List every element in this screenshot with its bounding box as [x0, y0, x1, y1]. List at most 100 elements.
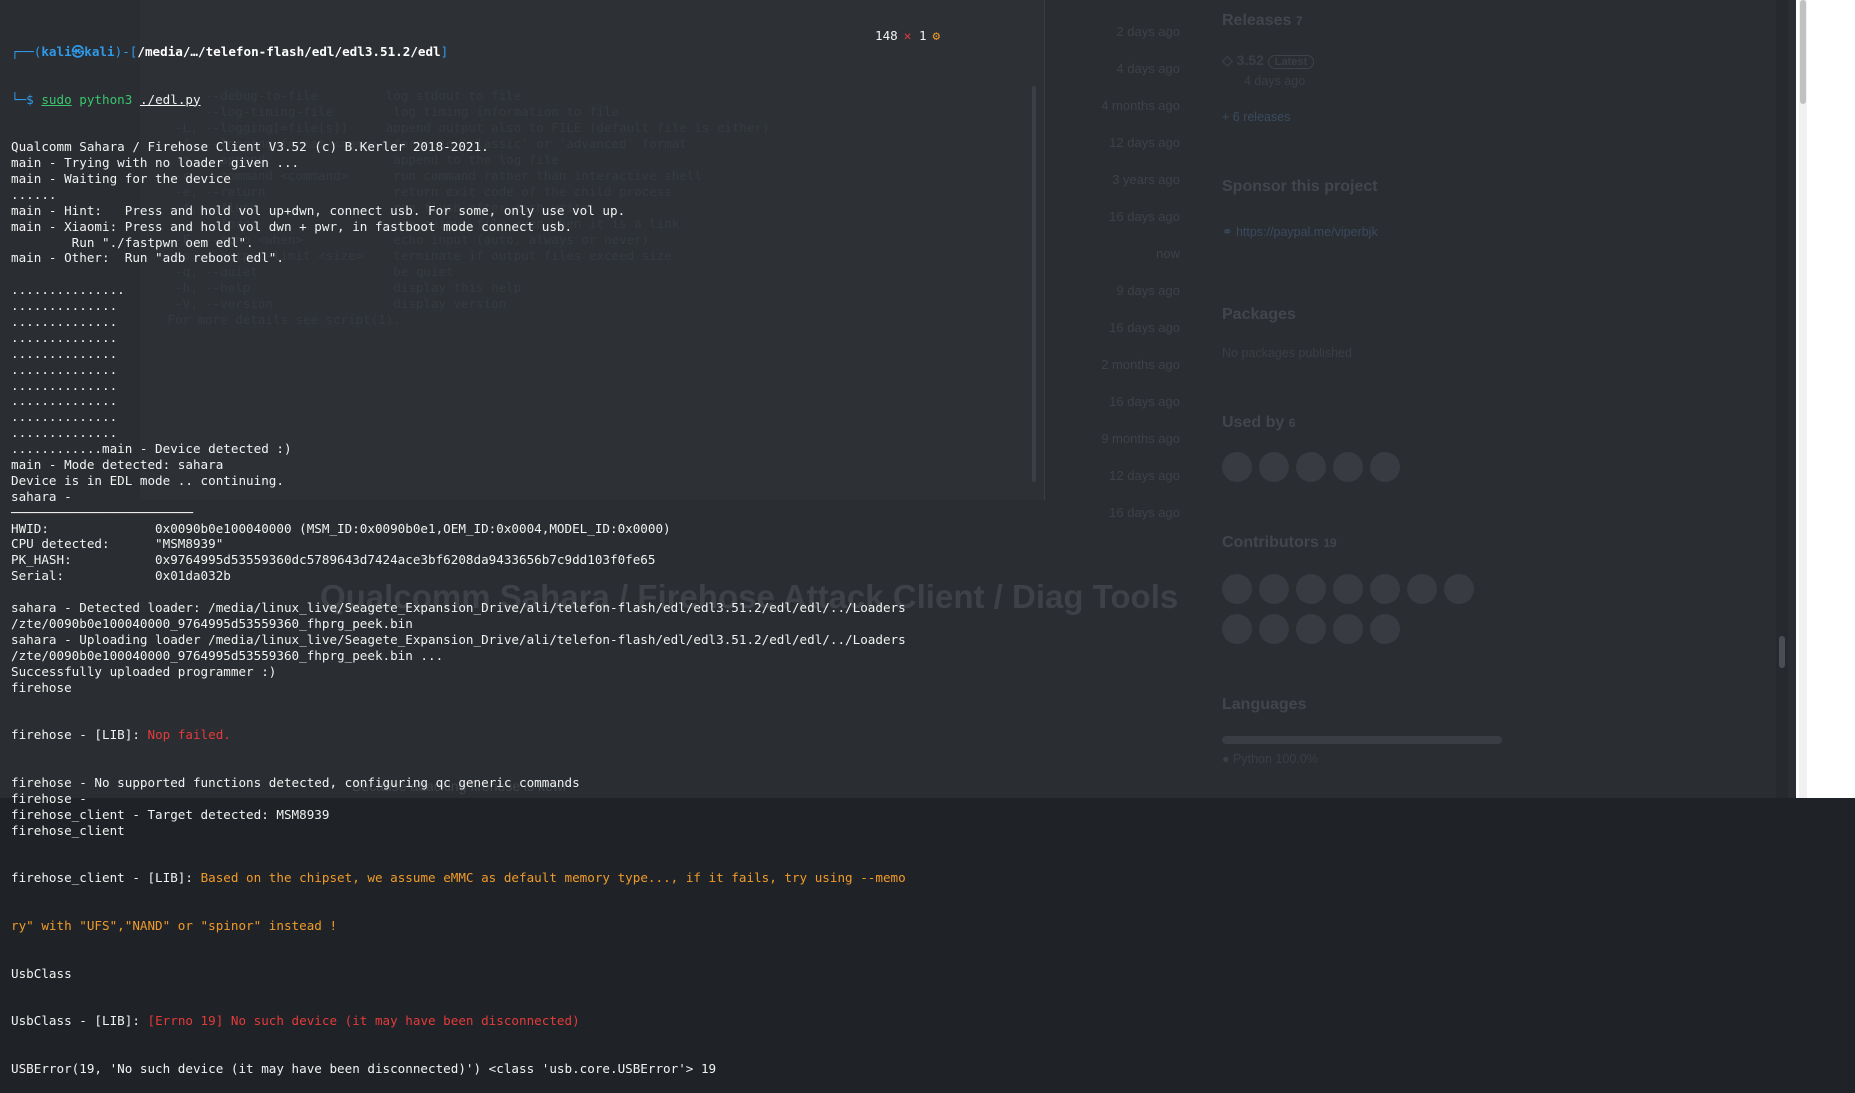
contributor-avatars-row2	[1222, 614, 1502, 649]
lib-error-msg: [Errno 19] No such device (it may have b…	[147, 1013, 580, 1029]
output-line: sahara - Detected loader: /media/linux_l…	[11, 600, 906, 616]
scrollbar-thumb[interactable]	[1800, 0, 1806, 104]
avatar[interactable]	[1259, 614, 1289, 644]
cmd-script: ./edl.py	[139, 91, 201, 107]
lib-warn-line: firehose_client - [LIB]: Based on the ch…	[11, 870, 906, 886]
avatar[interactable]	[1333, 452, 1363, 482]
releases-heading[interactable]: Releases 7	[1222, 12, 1303, 30]
contributor-avatars	[1222, 574, 1502, 609]
packages-none: No packages published	[1222, 346, 1352, 360]
prompt-bracket: )-[	[114, 43, 138, 59]
release-version[interactable]: ◇ 3.52 Latest	[1222, 52, 1315, 69]
output-line: main - Trying with no loader given ...	[11, 155, 300, 171]
used-by-heading[interactable]: Used by 6	[1222, 414, 1295, 432]
output-line: sahara -	[11, 488, 72, 504]
prompt-path: /media/…/telefon-flash/edl/edl3.51.2/edl	[137, 43, 441, 59]
packages-heading[interactable]: Packages	[1222, 306, 1296, 324]
avatar[interactable]	[1296, 614, 1326, 644]
page-scrollbar[interactable]	[1776, 0, 1788, 798]
latest-badge: Latest	[1267, 55, 1315, 69]
tag-icon: ◇	[1222, 52, 1237, 68]
output-line: ..............	[11, 298, 118, 314]
output-line: ..............	[11, 345, 118, 361]
output-line: ..............	[11, 314, 118, 330]
output-block-a: Qualcomm Sahara / Firehose Client V3.52 …	[11, 139, 906, 695]
prompt-bracket-end: ]	[440, 43, 449, 59]
contributors-count: 19	[1323, 536, 1337, 550]
prompt-line: ┌──(kali㉿kali)-[/media/…/telefon-flash/e…	[11, 44, 906, 60]
commit-date: 16 days ago	[1109, 505, 1180, 520]
language-python[interactable]: ● Python 100.0%	[1222, 752, 1318, 766]
lib-nop-line: firehose - [LIB]: Nop failed.	[11, 727, 906, 743]
output-line: main - Mode detected: sahara	[11, 457, 224, 473]
usb-lib-line: UsbClass - [LIB]: [Errno 19] No such dev…	[11, 1013, 906, 1029]
avatar[interactable]	[1296, 574, 1326, 604]
terminal-output[interactable]: ┌──(kali㉿kali)-[/media/…/telefon-flash/e…	[11, 12, 906, 1093]
avatar[interactable]	[1370, 452, 1400, 482]
commit-date: 9 days ago	[1116, 283, 1180, 298]
avatar[interactable]	[1370, 614, 1400, 644]
output-line: ..............	[11, 377, 118, 393]
output-line: ..............	[11, 361, 118, 377]
output-line: HWID: 0x0090b0e100040000 (MSM_ID:0x0090b…	[11, 520, 671, 536]
sponsor-link[interactable]: ⚭ https://paypal.me/viperbjk	[1222, 224, 1378, 239]
output-line: Successfully uploaded programmer :)	[11, 663, 277, 679]
output-line: CPU detected: "MSM8939"	[11, 536, 224, 552]
right-scrollbar[interactable]	[1796, 0, 1855, 798]
avatar[interactable]	[1296, 452, 1326, 482]
output-line: main - Hint: Press and hold vol up+dwn, …	[11, 202, 626, 218]
prompt-user: kali㉿kali	[41, 43, 115, 59]
output-line: firehose	[11, 679, 72, 695]
output-line: ..............	[11, 393, 118, 409]
output-line: main - Xiaomi: Press and hold vol dwn + …	[11, 218, 573, 234]
lib-error-msg: Nop failed.	[147, 727, 231, 743]
output-line: main - Waiting for the device	[11, 171, 231, 186]
avatar[interactable]	[1444, 574, 1474, 604]
output-line: firehose - No supported functions detect…	[11, 774, 580, 790]
avatar[interactable]	[1333, 614, 1363, 644]
used-by-avatars	[1222, 452, 1407, 487]
release-date: 4 days ago	[1244, 74, 1306, 88]
output-line: ......	[11, 186, 57, 202]
commit-date: 12 days ago	[1109, 135, 1180, 150]
avatar[interactable]	[1259, 452, 1289, 482]
usb-error-line: USBError(19, 'No such device (it may hav…	[11, 1061, 717, 1077]
scrollbar-track[interactable]	[1799, 0, 1807, 798]
cmd-python: python3	[71, 91, 140, 107]
output-block-b: firehose - No supported functions detect…	[11, 775, 906, 839]
avatar[interactable]	[1407, 574, 1437, 604]
commit-date: 4 days ago	[1116, 61, 1180, 76]
inner-scrollbar[interactable]	[1032, 86, 1036, 482]
output-line: ────────────────────────	[11, 504, 193, 520]
avatar[interactable]	[1370, 574, 1400, 604]
output-line: firehose_client - Target detected: MSM89…	[11, 806, 330, 822]
sponsor-heading: Sponsor this project	[1222, 178, 1378, 195]
commit-date: 9 months ago	[1101, 431, 1180, 446]
used-by-count: 6	[1288, 416, 1296, 430]
lib-warning-msg: Based on the chipset, we assume eMMC as …	[200, 870, 906, 886]
commit-date: 16 days ago	[1109, 394, 1180, 409]
error-count: 1	[918, 28, 927, 43]
contributors-heading[interactable]: Contributors 19	[1222, 534, 1337, 552]
gear-icon[interactable]: ⚙	[933, 28, 941, 43]
releases-label: Releases	[1222, 12, 1292, 29]
avatar[interactable]	[1222, 614, 1252, 644]
output-line: ..............	[11, 409, 118, 425]
avatar[interactable]	[1259, 574, 1289, 604]
output-line: sahara - Uploading loader /media/linux_l…	[11, 631, 906, 647]
lib-warning-msg-cont: ry" with "UFS","NAND" or "spinor" instea…	[11, 917, 338, 933]
page-scrollbar-thumb[interactable]	[1779, 636, 1785, 668]
output-line: ............main - Device detected :)	[11, 441, 292, 457]
lib-prefix: firehose_client - [LIB]:	[11, 870, 201, 886]
avatar[interactable]	[1222, 574, 1252, 604]
lib-prefix: firehose - [LIB]:	[11, 727, 148, 743]
more-releases-link[interactable]: + 6 releases	[1222, 110, 1290, 124]
commit-dates-column: 2 days ago 4 days ago 4 months ago 12 days …	[1070, 24, 1180, 542]
avatar[interactable]	[1222, 452, 1252, 482]
avatar[interactable]	[1333, 574, 1363, 604]
commit-date: 4 months ago	[1101, 98, 1180, 113]
output-line: Device is in EDL mode .. continuing.	[11, 472, 284, 488]
contributors-label: Contributors	[1222, 534, 1319, 551]
commit-date: 2 months ago	[1101, 357, 1180, 372]
